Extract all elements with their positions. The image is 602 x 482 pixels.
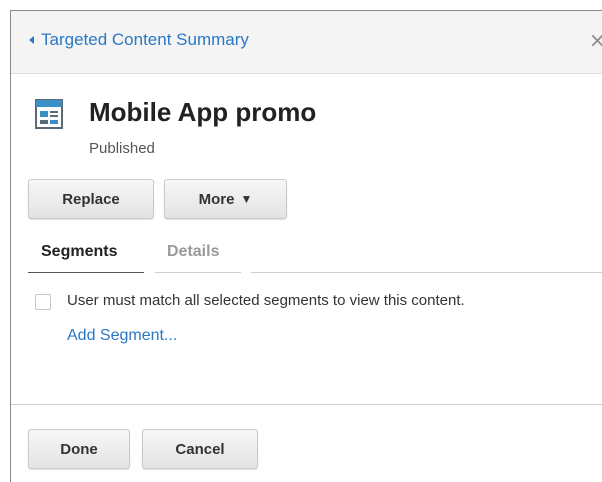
tab-divider (155, 272, 241, 273)
done-button[interactable]: Done (28, 429, 130, 469)
more-button-label: More (198, 190, 235, 208)
tab-segments[interactable]: Segments (41, 243, 117, 261)
replace-button-label: Replace (62, 190, 120, 208)
targeted-content-panel: Targeted Content Summary × Mobile App pr… (10, 10, 602, 482)
back-link-label: Targeted Content Summary (41, 30, 249, 49)
chevron-left-icon (29, 36, 34, 44)
back-link[interactable]: Targeted Content Summary (29, 30, 249, 50)
tab-divider (251, 272, 602, 273)
tab-details[interactable]: Details (167, 243, 219, 261)
done-button-label: Done (60, 440, 98, 458)
content-title: Mobile App promo (89, 97, 317, 127)
panel-header: Targeted Content Summary × (11, 11, 602, 74)
more-button[interactable]: More ▼ (164, 179, 287, 219)
match-all-segments-label: User must match all selected segments to… (67, 292, 465, 309)
cancel-button-label: Cancel (175, 440, 225, 458)
match-all-segments-checkbox[interactable] (35, 294, 51, 310)
cancel-button[interactable]: Cancel (142, 429, 258, 469)
footer-divider (11, 404, 602, 405)
add-segment-link[interactable]: Add Segment... (67, 327, 177, 345)
replace-button[interactable]: Replace (28, 179, 154, 219)
caret-down-icon: ▼ (240, 192, 253, 206)
active-tab-indicator (28, 272, 144, 273)
content-status: Published (89, 140, 155, 157)
content-document-icon (35, 99, 63, 129)
close-icon[interactable]: × (589, 28, 602, 52)
